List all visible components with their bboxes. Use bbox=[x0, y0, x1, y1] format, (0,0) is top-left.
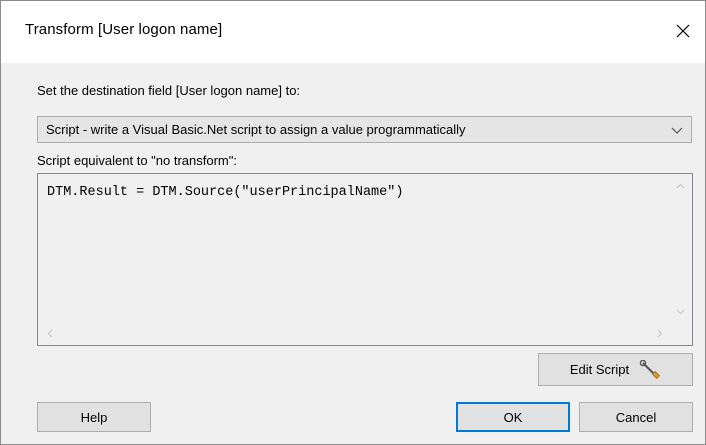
horizontal-scrollbar[interactable] bbox=[39, 323, 670, 344]
ok-label: OK bbox=[503, 409, 523, 425]
chevron-left-icon bbox=[47, 329, 52, 338]
scroll-up-button[interactable] bbox=[670, 175, 691, 196]
script-label: Script equivalent to "no transform": bbox=[37, 153, 237, 168]
transform-type-select[interactable]: Script - write a Visual Basic.Net script… bbox=[37, 116, 692, 143]
ok-button[interactable]: OK bbox=[456, 402, 570, 432]
script-code: DTM.Result = DTM.Source("userPrincipalNa… bbox=[47, 185, 404, 200]
title-bar: Transform [User logon name] bbox=[1, 1, 705, 63]
vertical-scrollbar[interactable] bbox=[670, 175, 691, 322]
help-label: Help bbox=[80, 409, 108, 425]
cancel-button[interactable]: Cancel bbox=[579, 402, 693, 432]
cancel-label: Cancel bbox=[615, 409, 657, 425]
transform-dialog: Transform [User logon name] Set the dest… bbox=[0, 0, 706, 445]
scroll-down-button[interactable] bbox=[670, 301, 691, 322]
dialog-title: Transform [User logon name] bbox=[25, 21, 223, 38]
wrench-icon bbox=[639, 359, 661, 379]
script-text-area[interactable]: DTM.Result = DTM.Source("userPrincipalNa… bbox=[39, 175, 670, 322]
close-button[interactable] bbox=[667, 15, 699, 47]
scroll-left-button[interactable] bbox=[39, 323, 60, 344]
scroll-right-button[interactable] bbox=[649, 323, 670, 344]
chevron-down-icon bbox=[671, 127, 683, 134]
chevron-down-icon bbox=[676, 309, 685, 314]
chevron-right-icon bbox=[657, 329, 662, 338]
scrollbar-corner bbox=[670, 323, 691, 344]
transform-type-value: Script - write a Visual Basic.Net script… bbox=[46, 122, 466, 137]
help-button[interactable]: Help bbox=[37, 402, 151, 432]
close-icon bbox=[676, 24, 690, 38]
chevron-up-icon bbox=[676, 183, 685, 188]
script-editor[interactable]: DTM.Result = DTM.Source("userPrincipalNa… bbox=[37, 173, 693, 346]
edit-script-label: Edit Script bbox=[569, 362, 630, 377]
destination-label: Set the destination field [User logon na… bbox=[37, 83, 301, 98]
edit-script-button[interactable]: Edit Script bbox=[538, 353, 693, 386]
